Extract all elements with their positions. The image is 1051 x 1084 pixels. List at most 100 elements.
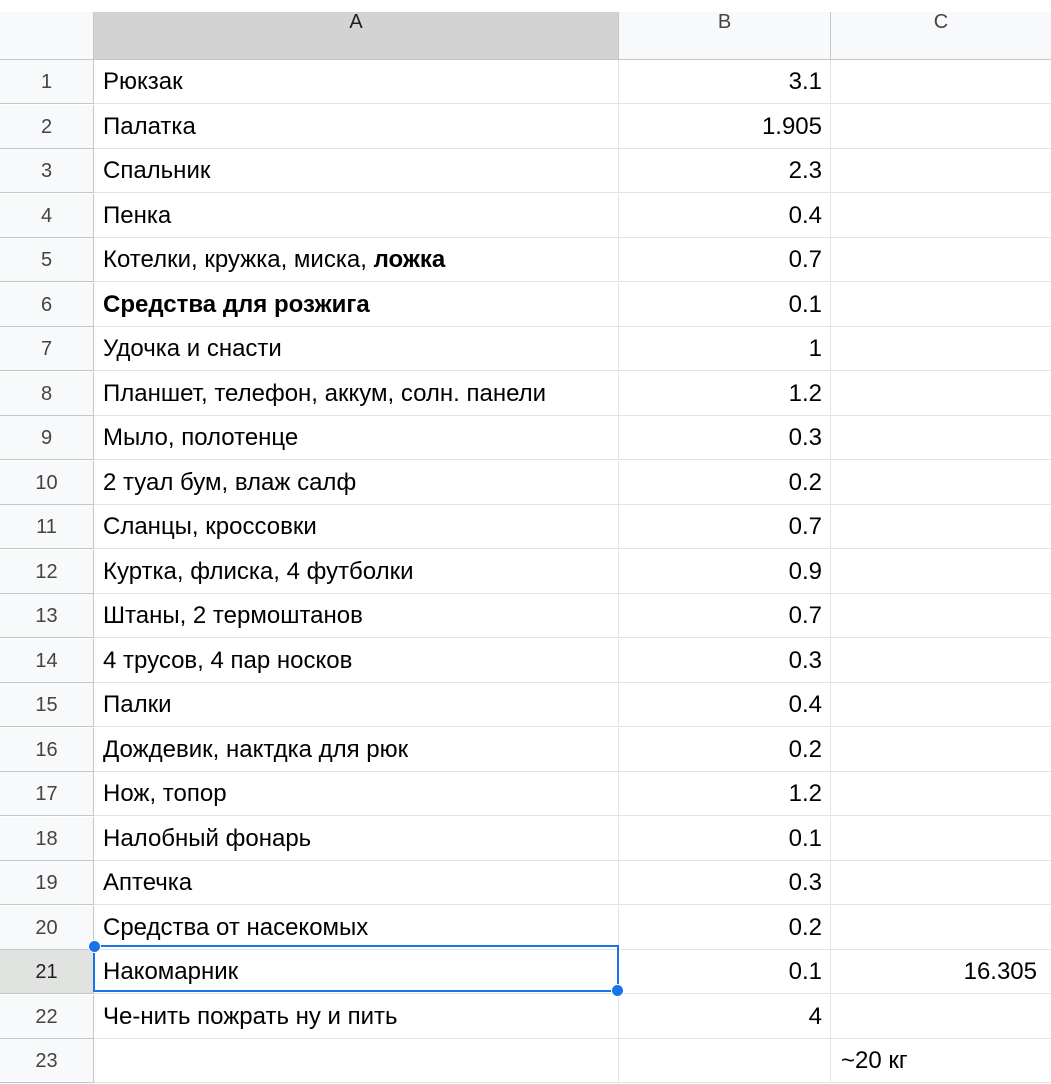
row-header[interactable]: 23 [0, 1039, 94, 1083]
cell-c[interactable] [831, 327, 1051, 371]
cell-a[interactable]: Удочка и снасти [94, 327, 619, 371]
cell-c[interactable] [831, 149, 1051, 193]
cell-c[interactable] [831, 772, 1051, 816]
cell-a[interactable]: Нож, топор [94, 772, 619, 816]
cell-c[interactable] [831, 817, 1051, 861]
row-header[interactable]: 12 [0, 549, 94, 594]
cell-a[interactable]: Спальник [94, 149, 619, 193]
row-header[interactable]: 14 [0, 638, 94, 683]
cell-a[interactable]: 2 туал бум, влаж салф [94, 460, 619, 505]
cell-a[interactable]: Штаны, 2 термоштанов [94, 594, 619, 638]
row-header[interactable]: 8 [0, 371, 94, 416]
cell-b[interactable]: 0.3 [619, 638, 831, 683]
cell-a[interactable]: 4 трусов, 4 пар носков [94, 638, 619, 683]
cell-a[interactable]: Аптечка [94, 861, 619, 905]
row-header[interactable]: 10 [0, 460, 94, 505]
row-header[interactable]: 17 [0, 772, 94, 816]
cell-a[interactable]: Планшет, телефон, аккум, солн. панели [94, 371, 619, 416]
cell-a[interactable]: Котелки, кружка, миска, ложка [94, 238, 619, 282]
table-row: 13 Штаны, 2 термоштанов 0.7 [0, 594, 1051, 639]
row-header[interactable]: 16 [0, 727, 94, 772]
table-row: 2 Палатка 1.905 [0, 104, 1051, 150]
cell-b[interactable]: 0.3 [619, 861, 831, 905]
cell-b[interactable]: 1 [619, 327, 831, 371]
cell-c[interactable] [831, 372, 1051, 416]
cell-b[interactable]: 0.7 [619, 238, 831, 282]
cell-c[interactable]: ~20 кг [831, 1039, 1051, 1083]
cell-b[interactable]: 4 [619, 994, 831, 1039]
cell-b[interactable]: 2.3 [619, 149, 831, 193]
row-header[interactable]: 9 [0, 416, 94, 460]
cell-b[interactable]: 0.1 [619, 816, 831, 861]
cell-c[interactable] [831, 550, 1051, 594]
cell-c[interactable] [831, 283, 1051, 327]
selection-fill-handle[interactable] [611, 984, 624, 997]
cell-a[interactable]: Палатка [94, 104, 619, 149]
row-header[interactable]: 2 [0, 104, 94, 149]
cell-a[interactable]: Палки [94, 683, 619, 727]
row-header[interactable]: 22 [0, 994, 94, 1039]
cell-b[interactable]: 0.7 [619, 505, 831, 549]
cell-c[interactable] [831, 995, 1051, 1039]
cell-c[interactable] [831, 238, 1051, 282]
cell-b[interactable]: 1.905 [619, 104, 831, 149]
selection-top-handle[interactable] [88, 940, 101, 953]
cell-b[interactable]: 0.2 [619, 460, 831, 505]
cell-b[interactable]: 1.2 [619, 371, 831, 416]
row-header[interactable]: 3 [0, 149, 94, 193]
row-header[interactable]: 4 [0, 193, 94, 238]
cell-c[interactable] [831, 728, 1051, 772]
row-header[interactable]: 20 [0, 905, 94, 950]
cell-a[interactable]: Средства для розжига [94, 282, 619, 327]
table-row: 12 Куртка, флиска, 4 футболки 0.9 [0, 549, 1051, 595]
cell-b[interactable]: 0.2 [619, 727, 831, 772]
row-header[interactable]: 1 [0, 60, 94, 104]
cell-c[interactable] [831, 861, 1051, 905]
cell-b[interactable]: 3.1 [619, 60, 831, 104]
row-header[interactable]: 13 [0, 594, 94, 638]
table-row: 18 Налобный фонарь 0.1 [0, 816, 1051, 862]
cell-a[interactable] [94, 1039, 619, 1083]
cell-a[interactable]: Пенка [94, 193, 619, 238]
cell-c[interactable] [831, 105, 1051, 149]
cell-a[interactable]: Сланцы, кроссовки [94, 505, 619, 549]
cell-b[interactable]: 0.4 [619, 193, 831, 238]
row-header[interactable]: 19 [0, 861, 94, 905]
cell-c[interactable]: 16.305 [831, 950, 1051, 994]
cell-c[interactable] [831, 683, 1051, 727]
cell-c[interactable] [831, 505, 1051, 549]
cell-c[interactable] [831, 416, 1051, 460]
cell-b[interactable] [619, 1039, 831, 1083]
cell-b[interactable]: 0.3 [619, 416, 831, 460]
cell-b[interactable]: 0.2 [619, 905, 831, 950]
spreadsheet-grid[interactable]: A B C 1 Рюкзак 3.1 2 Палатка 1.905 3 Спальник 2.… [0, 0, 1051, 1083]
cell-c[interactable] [831, 639, 1051, 683]
cell-b[interactable]: 0.1 [619, 950, 831, 994]
cell-a[interactable]: Куртка, флиска, 4 футболки [94, 549, 619, 594]
cell-a[interactable]: Че-нить пожрать ну и пить [94, 994, 619, 1039]
cell-b[interactable]: 0.4 [619, 683, 831, 727]
cell-a[interactable]: Средства от насекомых [94, 905, 619, 950]
row-header[interactable]: 5 [0, 238, 94, 282]
row-header[interactable]: 21 [0, 950, 94, 994]
cell-c[interactable] [831, 194, 1051, 238]
row-header[interactable]: 7 [0, 327, 94, 371]
bold-text: Средства для розжига [103, 290, 370, 318]
cell-b[interactable]: 1.2 [619, 772, 831, 816]
cell-c[interactable] [831, 906, 1051, 950]
cell-a[interactable]: Налобный фонарь [94, 816, 619, 861]
cell-c[interactable] [831, 461, 1051, 505]
cell-c[interactable] [831, 60, 1051, 104]
row-header[interactable]: 6 [0, 282, 94, 327]
row-header[interactable]: 18 [0, 816, 94, 861]
cell-a[interactable]: Рюкзак [94, 60, 619, 104]
cell-b[interactable]: 0.7 [619, 594, 831, 638]
row-header[interactable]: 11 [0, 505, 94, 549]
row-header[interactable]: 15 [0, 683, 94, 727]
active-cell-selection[interactable] [88, 940, 624, 997]
cell-b[interactable]: 0.9 [619, 549, 831, 594]
cell-a[interactable]: Дождевик, нактдка для рюк [94, 727, 619, 772]
cell-a[interactable]: Мыло, полотенце [94, 416, 619, 460]
cell-b[interactable]: 0.1 [619, 282, 831, 327]
cell-c[interactable] [831, 594, 1051, 638]
